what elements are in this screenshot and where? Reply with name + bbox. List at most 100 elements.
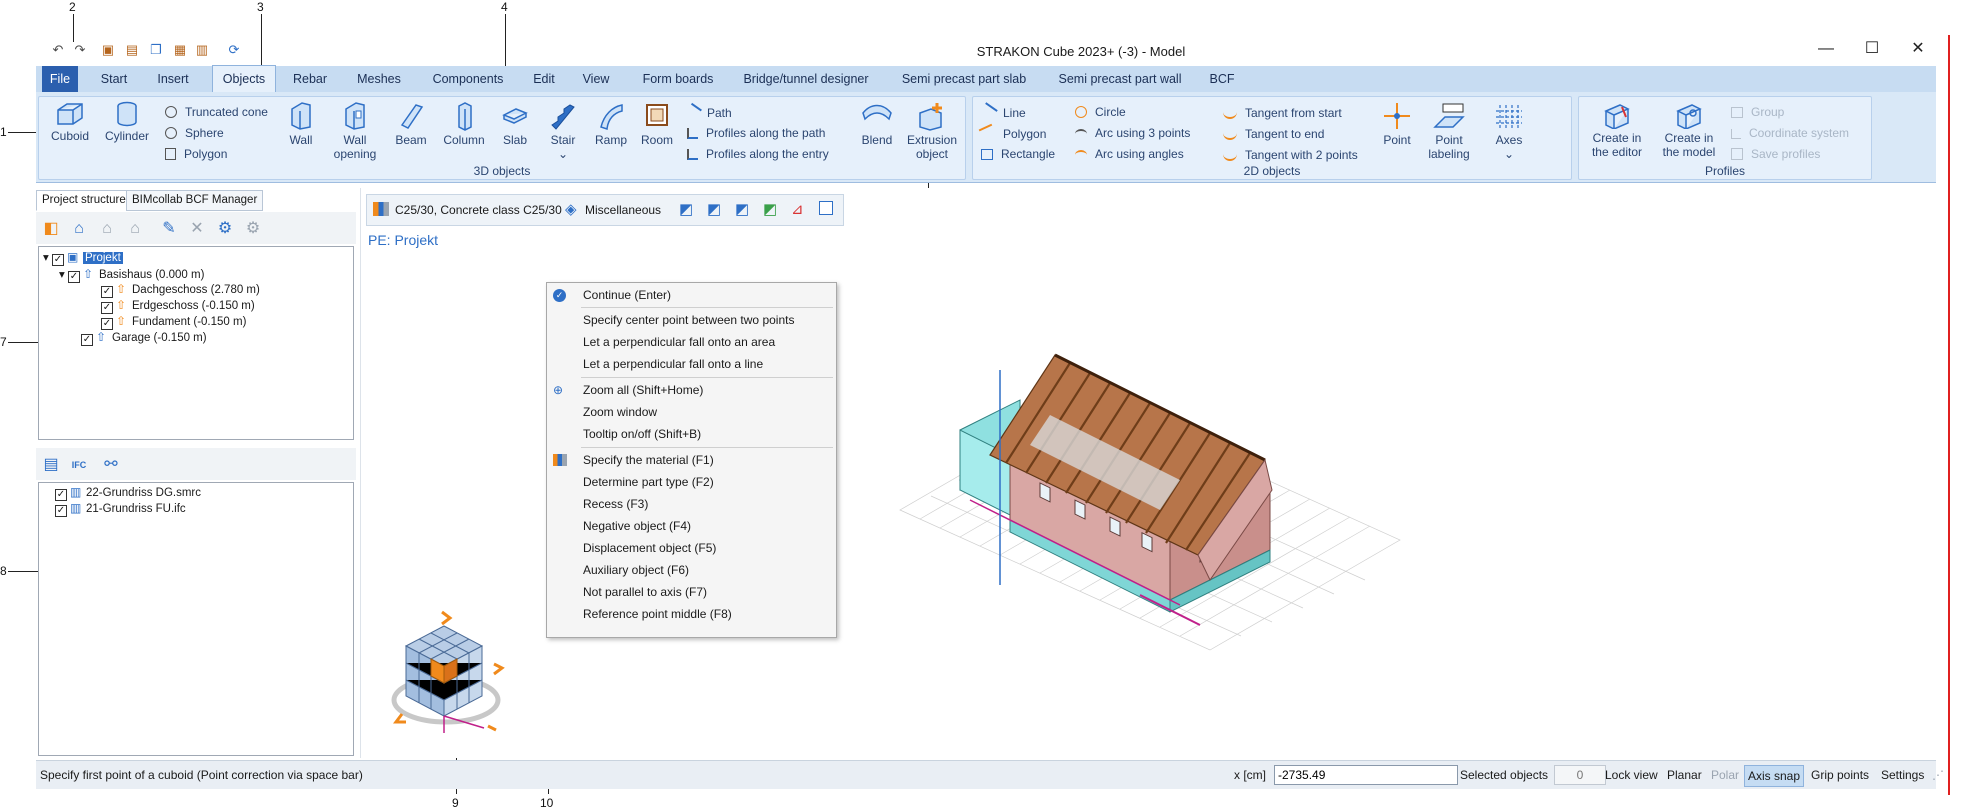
material-label[interactable]: C25/30, Concrete class C25/30 (395, 203, 562, 217)
wall-opening-button[interactable]: Wall opening (329, 101, 381, 161)
tree-node-garage[interactable]: ✓ ⇧ Garage (-0.150 m) (81, 331, 207, 346)
checkbox[interactable]: ✓ (101, 302, 113, 314)
file-item-fu[interactable]: ✓ ▥ 21-Grundriss FU.ifc (55, 502, 186, 517)
menu-item-recess[interactable]: Recess (F3) (547, 494, 836, 514)
sphere-button[interactable]: Sphere (165, 126, 224, 140)
part-type-4-icon[interactable]: ◩ (763, 200, 777, 218)
tangent-from-start-button[interactable]: Tangent from start (1223, 105, 1342, 120)
tab-file[interactable]: File (42, 66, 78, 92)
tab-objects[interactable]: Objects (212, 65, 276, 94)
menu-item-zoom-all[interactable]: ⊕ Zoom all (Shift+Home) (547, 380, 836, 400)
truncated-cone-button[interactable]: Truncated cone (165, 105, 268, 119)
polygon-3d-button[interactable]: Polygon (165, 147, 227, 161)
tree-node-fundament[interactable]: ✓ ⇧ Fundament (-0.150 m) (101, 315, 246, 330)
tab-bcf[interactable]: BCF (1204, 66, 1240, 92)
group-button[interactable]: Group (1731, 105, 1784, 119)
planar-button[interactable]: Planar (1664, 765, 1705, 785)
tab-rebar[interactable]: Rebar (288, 66, 332, 92)
add-file-icon[interactable]: ▤ (40, 454, 62, 476)
tab-view[interactable]: View (578, 66, 614, 92)
redo-icon[interactable]: ↷ (72, 42, 88, 58)
stair-button[interactable]: Stair ⌄ (543, 101, 583, 161)
menu-item-zoom-window[interactable]: Zoom window (547, 402, 836, 422)
menu-item-negative-object[interactable]: Negative object (F4) (547, 516, 836, 536)
category-label[interactable]: Miscellaneous (585, 203, 661, 217)
wall-button[interactable]: Wall (283, 101, 319, 147)
checkbox[interactable]: ✓ (67, 271, 80, 283)
extrusion-object-button[interactable]: Extrusion object (901, 101, 963, 161)
create-in-editor-button[interactable]: Create in the editor (1585, 101, 1649, 159)
polygon-2d-button[interactable]: Polygon (978, 123, 1046, 143)
path-button[interactable]: Path (684, 102, 732, 122)
checkbox[interactable]: ✓ (55, 505, 67, 517)
tab-insert[interactable]: Insert (148, 66, 198, 92)
open-project-icon[interactable]: ◧ (40, 218, 62, 240)
measure-icon[interactable]: ⊿ (791, 200, 804, 218)
properties-gear-icon[interactable]: ⚙ (242, 218, 264, 240)
tab-edit[interactable]: Edit (526, 66, 562, 92)
tree-node-basishaus[interactable]: ▾ ✓ ⇧ Basishaus (0.000 m) (59, 267, 204, 283)
ramp-button[interactable]: Ramp (591, 101, 631, 147)
menu-item-tooltip[interactable]: Tooltip on/off (Shift+B) (547, 424, 836, 444)
tab-form-boards[interactable]: Form boards (636, 66, 720, 92)
house-model-3d[interactable] (880, 350, 1420, 670)
cuboid-button[interactable]: Cuboid (43, 101, 97, 143)
menu-item-reference-middle[interactable]: Reference point middle (F8) (547, 604, 836, 624)
circle-button[interactable]: Circle (1075, 105, 1126, 119)
resize-grip-icon[interactable]: ⋰ (1932, 768, 1944, 782)
menu-item-auxiliary-object[interactable]: Auxiliary object (F6) (547, 560, 836, 580)
settings-gear-icon[interactable]: ⚙ (214, 218, 236, 240)
save-icon[interactable]: ▣ (100, 42, 116, 58)
line-button[interactable]: Line (978, 102, 1026, 122)
rectangle-button[interactable]: Rectangle (981, 147, 1055, 161)
minimize-button[interactable]: — (1808, 37, 1844, 61)
part-type-icon[interactable]: ◩ (679, 200, 693, 218)
checkbox[interactable]: ✓ (81, 334, 93, 346)
menu-item-part-type[interactable]: Determine part type (F2) (547, 472, 836, 492)
view-cube[interactable] (384, 608, 514, 738)
menu-item-continue[interactable]: ✓ Continue (Enter) (547, 285, 836, 305)
tangent-to-end-button[interactable]: Tangent to end (1223, 126, 1324, 141)
part-type-3-icon[interactable]: ◩ (735, 200, 749, 218)
tangent-2-points-button[interactable]: Tangent with 2 points (1223, 147, 1358, 162)
polar-button[interactable]: Polar (1708, 765, 1742, 785)
tab-start[interactable]: Start (92, 66, 136, 92)
add-ifc-icon[interactable]: IFC (68, 454, 90, 476)
paste-icon[interactable]: ▦ (172, 42, 188, 58)
lock-view-button[interactable]: Lock view (1602, 765, 1661, 785)
axis-snap-button[interactable]: Axis snap (1744, 765, 1805, 787)
delete-icon[interactable]: ✕ (186, 218, 208, 240)
level-down-icon[interactable]: ⌂ (124, 218, 146, 240)
slab-button[interactable]: Slab (495, 101, 535, 147)
part-type-2-icon[interactable]: ◩ (707, 200, 721, 218)
maximize-button[interactable]: ☐ (1854, 37, 1890, 61)
menu-item-perpendicular-area[interactable]: Let a perpendicular fall onto an area (547, 332, 836, 352)
tab-semi-precast-slab[interactable]: Semi precast part slab (894, 66, 1034, 92)
coordinate-system-button[interactable]: Coordinate system (1731, 126, 1849, 140)
save-profiles-button[interactable]: Save profiles (1731, 147, 1820, 161)
tab-bridge-tunnel[interactable]: Bridge/tunnel designer (736, 66, 876, 92)
clipboard-icon[interactable]: ▥ (194, 42, 210, 58)
menu-item-perpendicular-line[interactable]: Let a perpendicular fall onto a line (547, 354, 836, 374)
menu-item-center-point[interactable]: Specify center point between two points (547, 310, 836, 330)
reference-point-icon[interactable] (819, 201, 833, 215)
tree-node-projekt[interactable]: ▾ ✓ ▣ Projekt (43, 250, 123, 266)
view-cube-arrow-right[interactable] (493, 662, 505, 676)
copy-icon[interactable]: ❐ (148, 42, 164, 58)
coordinate-input[interactable] (1274, 765, 1458, 785)
point-labeling-button[interactable]: Point labeling (1423, 101, 1475, 161)
checkbox[interactable]: ✓ (101, 286, 113, 298)
arc-3-points-button[interactable]: Arc using 3 points (1075, 126, 1190, 140)
tab-bimcollab[interactable]: BIMcollab BCF Manager (126, 190, 264, 211)
create-in-model-button[interactable]: Create in the model (1657, 101, 1721, 159)
material-color-icon[interactable] (373, 202, 389, 216)
profiles-along-entry-button[interactable]: Profiles along the entry (687, 147, 829, 161)
level-up-icon[interactable]: ⌂ (96, 218, 118, 240)
point-button[interactable]: Point (1377, 101, 1417, 147)
checkbox[interactable]: ✓ (101, 318, 113, 330)
cylinder-button[interactable]: Cylinder (101, 101, 153, 143)
home-up-icon[interactable]: ⌂ (68, 218, 90, 240)
tree-node-dachgeschoss[interactable]: ✓ ⇧ Dachgeschoss (2.780 m) (101, 283, 260, 298)
close-button[interactable]: ✕ (1900, 37, 1936, 61)
arc-angles-button[interactable]: Arc using angles (1075, 147, 1184, 161)
